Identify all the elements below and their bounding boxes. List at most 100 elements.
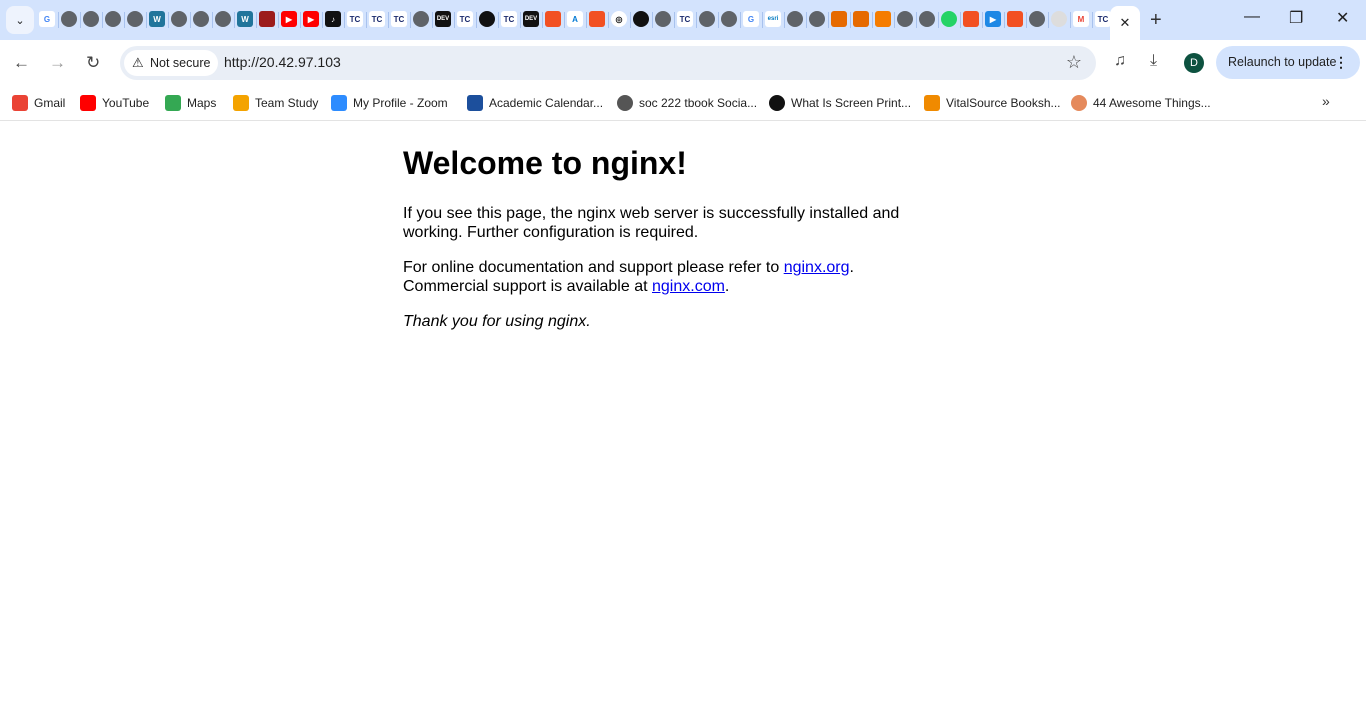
tab-separator bbox=[718, 12, 719, 28]
globe-tab-icon[interactable] bbox=[787, 11, 803, 27]
tc-tab-icon[interactable]: TC bbox=[369, 11, 385, 27]
beer-tab-icon[interactable] bbox=[259, 11, 275, 27]
gmail-tab-icon[interactable]: M bbox=[1073, 11, 1089, 27]
orange-tab-icon[interactable] bbox=[853, 11, 869, 27]
bookmark-globe[interactable]: soc 222 tbook Socia... bbox=[617, 93, 757, 113]
restore-button[interactable]: ❐ bbox=[1289, 8, 1303, 28]
tiktok-tab-icon[interactable]: ♪ bbox=[325, 11, 341, 27]
globe-tab-icon[interactable] bbox=[809, 11, 825, 27]
relaunch-button[interactable]: Relaunch to update ⋮ bbox=[1216, 46, 1360, 79]
bookmark-zoom[interactable]: My Profile - Zoom bbox=[331, 93, 448, 113]
bookmark-label: soc 222 tbook Socia... bbox=[639, 96, 758, 110]
globe-tab-icon[interactable] bbox=[655, 11, 671, 27]
tab-search-button[interactable]: ⌄ bbox=[6, 6, 34, 34]
youtube-tab-icon[interactable]: ▶ bbox=[281, 11, 297, 27]
globe-tab-icon[interactable] bbox=[215, 11, 231, 27]
github-tab-icon[interactable] bbox=[633, 11, 649, 27]
globe-tab-icon[interactable] bbox=[127, 11, 143, 27]
active-tab[interactable]: ✕ bbox=[1110, 6, 1140, 40]
bookmark-maps[interactable]: Maps bbox=[165, 93, 216, 113]
tab-separator bbox=[300, 12, 301, 28]
more-bookmarks-icon[interactable]: » bbox=[1322, 93, 1330, 109]
bookmark-youtube[interactable]: YouTube bbox=[80, 93, 149, 113]
globe-tab-icon[interactable] bbox=[413, 11, 429, 27]
globe-tab-icon[interactable] bbox=[699, 11, 715, 27]
globe-tab-icon[interactable] bbox=[193, 11, 209, 27]
whatsapp-tab-icon[interactable] bbox=[941, 11, 957, 27]
dev-tab-icon[interactable]: DEV bbox=[435, 11, 451, 27]
forward-button[interactable]: → bbox=[49, 53, 66, 73]
tab-separator bbox=[1004, 12, 1005, 28]
microsoft-tab-icon[interactable] bbox=[545, 11, 561, 27]
menu-icon[interactable]: ⋮ bbox=[1334, 46, 1348, 79]
globe-tab-icon[interactable] bbox=[919, 11, 935, 27]
globe-icon bbox=[617, 95, 633, 111]
bookmark-screen-print[interactable]: What Is Screen Print... bbox=[769, 93, 911, 113]
nginx-org-link[interactable]: nginx.org bbox=[784, 259, 850, 276]
support-text: For online documentation and support ple… bbox=[403, 259, 784, 276]
github-tab-icon[interactable] bbox=[479, 11, 495, 27]
tc-tab-icon[interactable]: TC bbox=[1095, 11, 1111, 27]
bookmark-gmail[interactable]: Gmail bbox=[12, 93, 65, 113]
google-tab-icon[interactable]: G bbox=[39, 11, 55, 27]
bookmark-star-icon[interactable]: ☆ bbox=[1066, 52, 1082, 73]
globe-tab-icon[interactable] bbox=[897, 11, 913, 27]
avatar[interactable]: D bbox=[1184, 53, 1204, 73]
security-chip[interactable]: ⚠ Not secure bbox=[124, 50, 219, 76]
globe-tab-icon[interactable] bbox=[61, 11, 77, 27]
tab-separator bbox=[1048, 12, 1049, 28]
orange-tab-icon[interactable] bbox=[831, 11, 847, 27]
bookmark-team-study[interactable]: Team Study bbox=[233, 93, 318, 113]
minimize-button[interactable]: — bbox=[1244, 8, 1260, 26]
tc-tab-icon[interactable]: TC bbox=[391, 11, 407, 27]
url-input[interactable]: http://20.42.97.103 bbox=[224, 54, 341, 70]
box-tab-icon[interactable] bbox=[875, 11, 891, 27]
close-tab-icon[interactable]: ✕ bbox=[1120, 15, 1131, 31]
youtube-tab-icon[interactable]: ▶ bbox=[303, 11, 319, 27]
globe-tab-icon[interactable] bbox=[83, 11, 99, 27]
dev-tab-icon[interactable]: DEV bbox=[523, 11, 539, 27]
globe-tab-icon[interactable] bbox=[171, 11, 187, 27]
globe-tab-icon[interactable] bbox=[1029, 11, 1045, 27]
azure-tab-icon[interactable]: A bbox=[567, 11, 583, 27]
bookmarks-bar: Gmail YouTube Maps Team Study My Profile - Z… bbox=[0, 86, 1366, 121]
reload-button[interactable]: ↻ bbox=[86, 53, 100, 73]
bookmark-vitalsource[interactable]: VitalSource Booksh... bbox=[924, 93, 1061, 113]
esri-tab-icon[interactable]: esri bbox=[765, 11, 781, 27]
tc-tab-icon[interactable]: TC bbox=[501, 11, 517, 27]
tab-separator bbox=[80, 12, 81, 28]
team-study-icon bbox=[233, 95, 249, 111]
new-tab-button[interactable]: + bbox=[1150, 9, 1162, 32]
microsoft-tab-icon[interactable] bbox=[1007, 11, 1023, 27]
toolbar: ← → ↻ ⚠ Not secure http://20.42.97.103 ☆ … bbox=[0, 40, 1366, 86]
tab-separator bbox=[1026, 12, 1027, 28]
globe-tab-icon[interactable] bbox=[105, 11, 121, 27]
tree-icon bbox=[467, 95, 483, 111]
bookmark-tree[interactable]: Academic Calendar... bbox=[467, 93, 603, 113]
wordpress-tab-icon[interactable]: W bbox=[149, 11, 165, 27]
commercial-text: Commercial support is available at bbox=[403, 278, 652, 295]
media-control-icon[interactable]: ♫ bbox=[1114, 52, 1126, 70]
microsoft-tab-icon[interactable] bbox=[589, 11, 605, 27]
bookmark-label: 44 Awesome Things... bbox=[1093, 96, 1211, 110]
bookmark-flower[interactable]: 44 Awesome Things... bbox=[1071, 93, 1211, 113]
tc-tab-icon[interactable]: TC bbox=[677, 11, 693, 27]
globe-tab-icon[interactable] bbox=[721, 11, 737, 27]
tc-tab-icon[interactable]: TC bbox=[457, 11, 473, 27]
tab-separator bbox=[542, 12, 543, 28]
nginx-com-link[interactable]: nginx.com bbox=[652, 278, 725, 295]
tc-tab-icon[interactable]: TC bbox=[347, 11, 363, 27]
microsoft-tab-icon[interactable] bbox=[963, 11, 979, 27]
omnibox[interactable]: ⚠ Not secure http://20.42.97.103 ☆ bbox=[120, 46, 1096, 80]
media-tab-icon[interactable]: ▶ bbox=[985, 11, 1001, 27]
tab-separator bbox=[168, 12, 169, 28]
openai-tab-icon[interactable]: ◎ bbox=[611, 11, 627, 27]
download-icon[interactable]: ⤓ bbox=[1150, 52, 1157, 70]
close-window-button[interactable]: ✕ bbox=[1336, 8, 1349, 28]
wordpress-tab-icon[interactable]: W bbox=[237, 11, 253, 27]
back-button[interactable]: ← bbox=[13, 53, 30, 73]
tab-separator bbox=[806, 12, 807, 28]
warning-icon: ⚠ bbox=[132, 55, 144, 70]
google-tab-icon[interactable]: G bbox=[743, 11, 759, 27]
dsi-tab-icon[interactable] bbox=[1051, 11, 1067, 27]
